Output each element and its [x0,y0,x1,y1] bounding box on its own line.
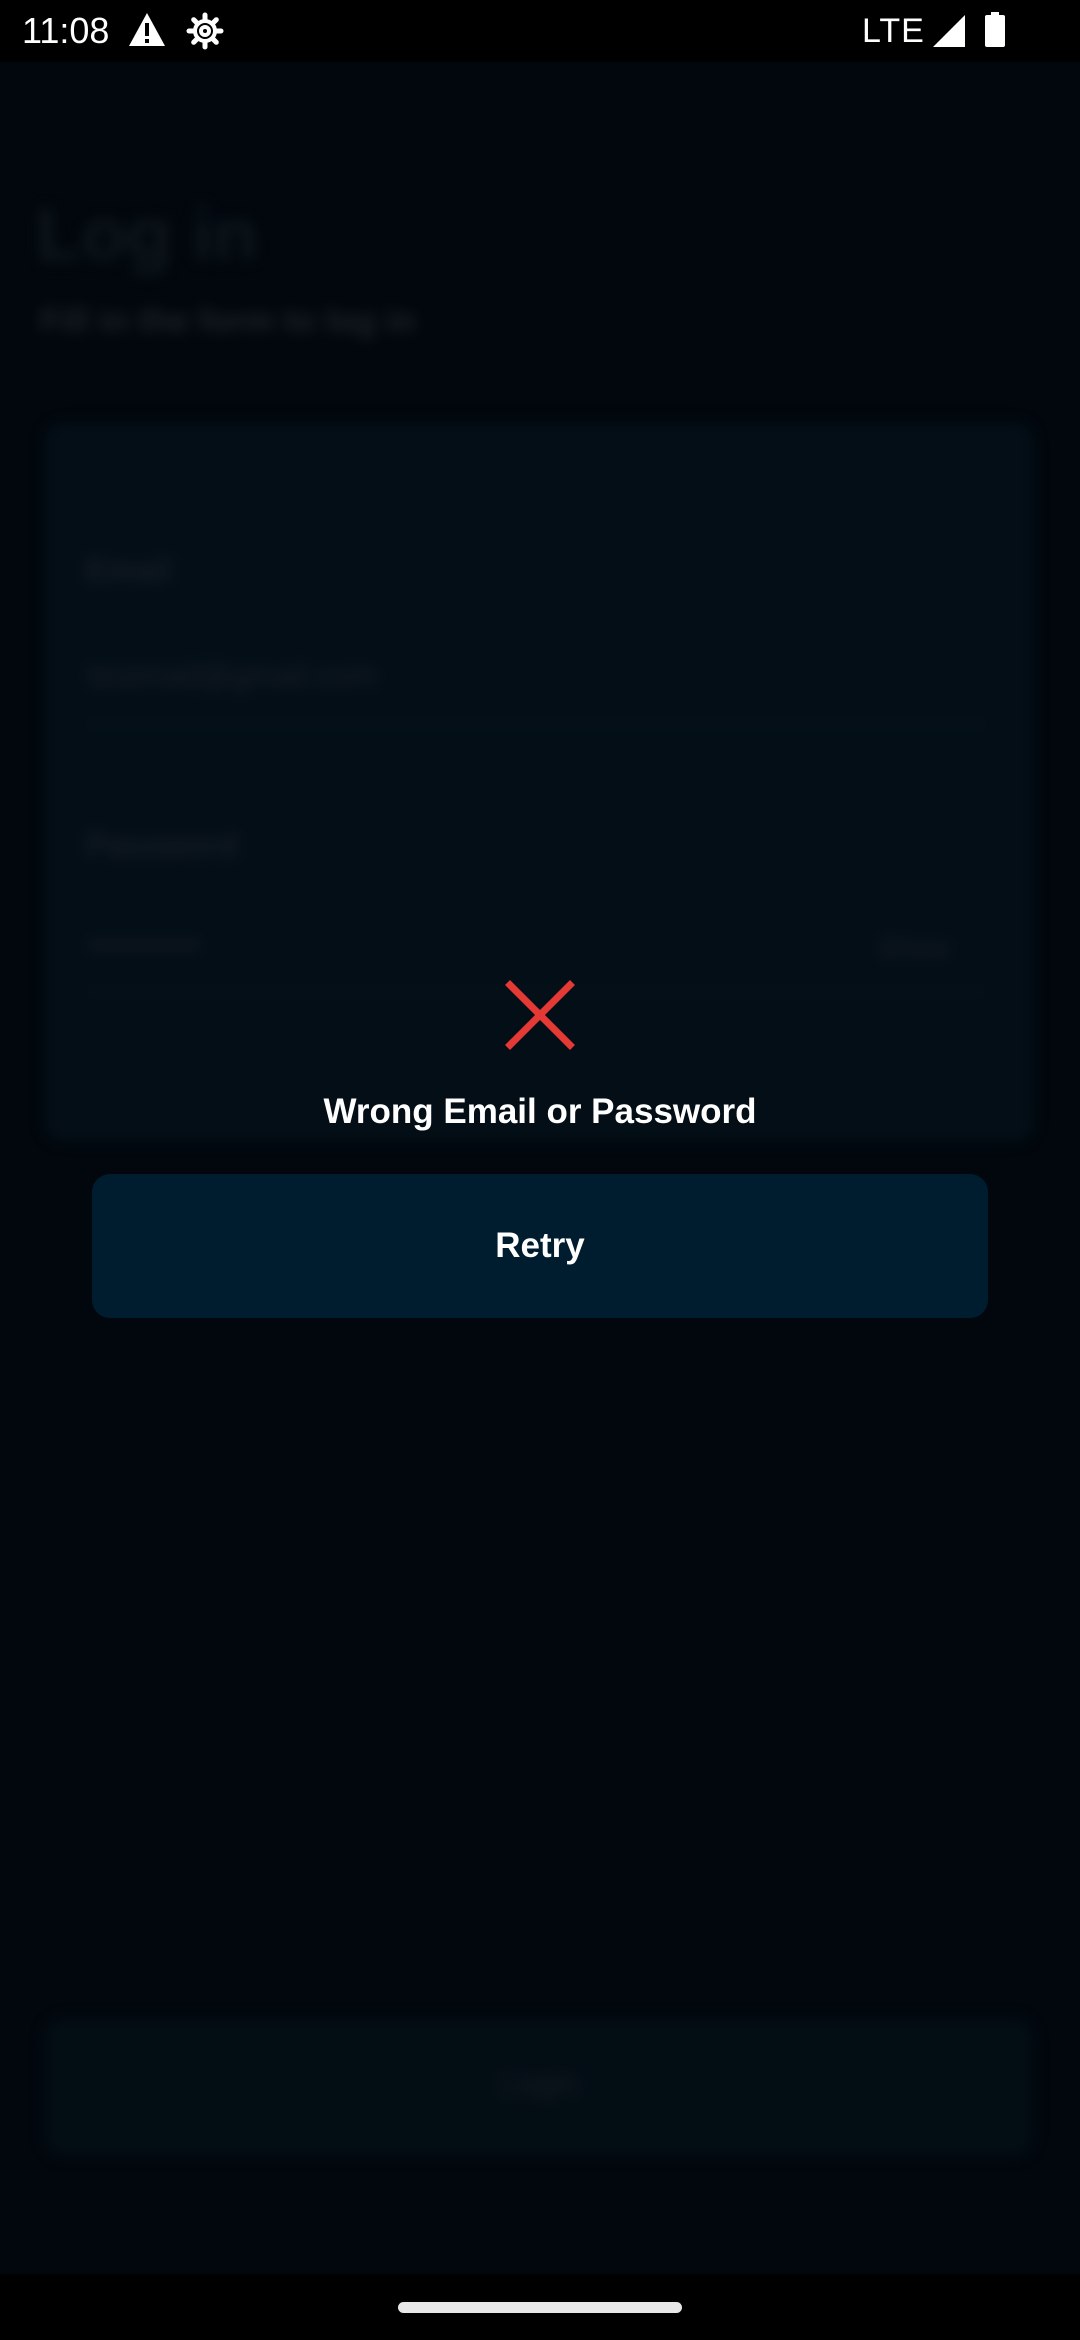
settings-gear-icon [186,12,224,50]
screen: 11:08 LTE Log in Fill in the form to log… [0,0,1080,2340]
signal-icon [933,15,965,47]
dialog-scrim [0,62,1080,2274]
network-type-label: LTE [862,12,925,50]
status-bar: 11:08 LTE [0,0,1080,62]
navigation-bar [0,2274,1080,2340]
status-time: 11:08 [22,10,110,51]
retry-button[interactable]: Retry [92,1174,988,1318]
error-message: Wrong Email or Password [323,1092,757,1131]
warning-icon [129,13,165,46]
close-x-icon [505,980,575,1050]
battery-icon [985,12,1005,47]
home-gesture-handle[interactable] [398,2302,682,2313]
